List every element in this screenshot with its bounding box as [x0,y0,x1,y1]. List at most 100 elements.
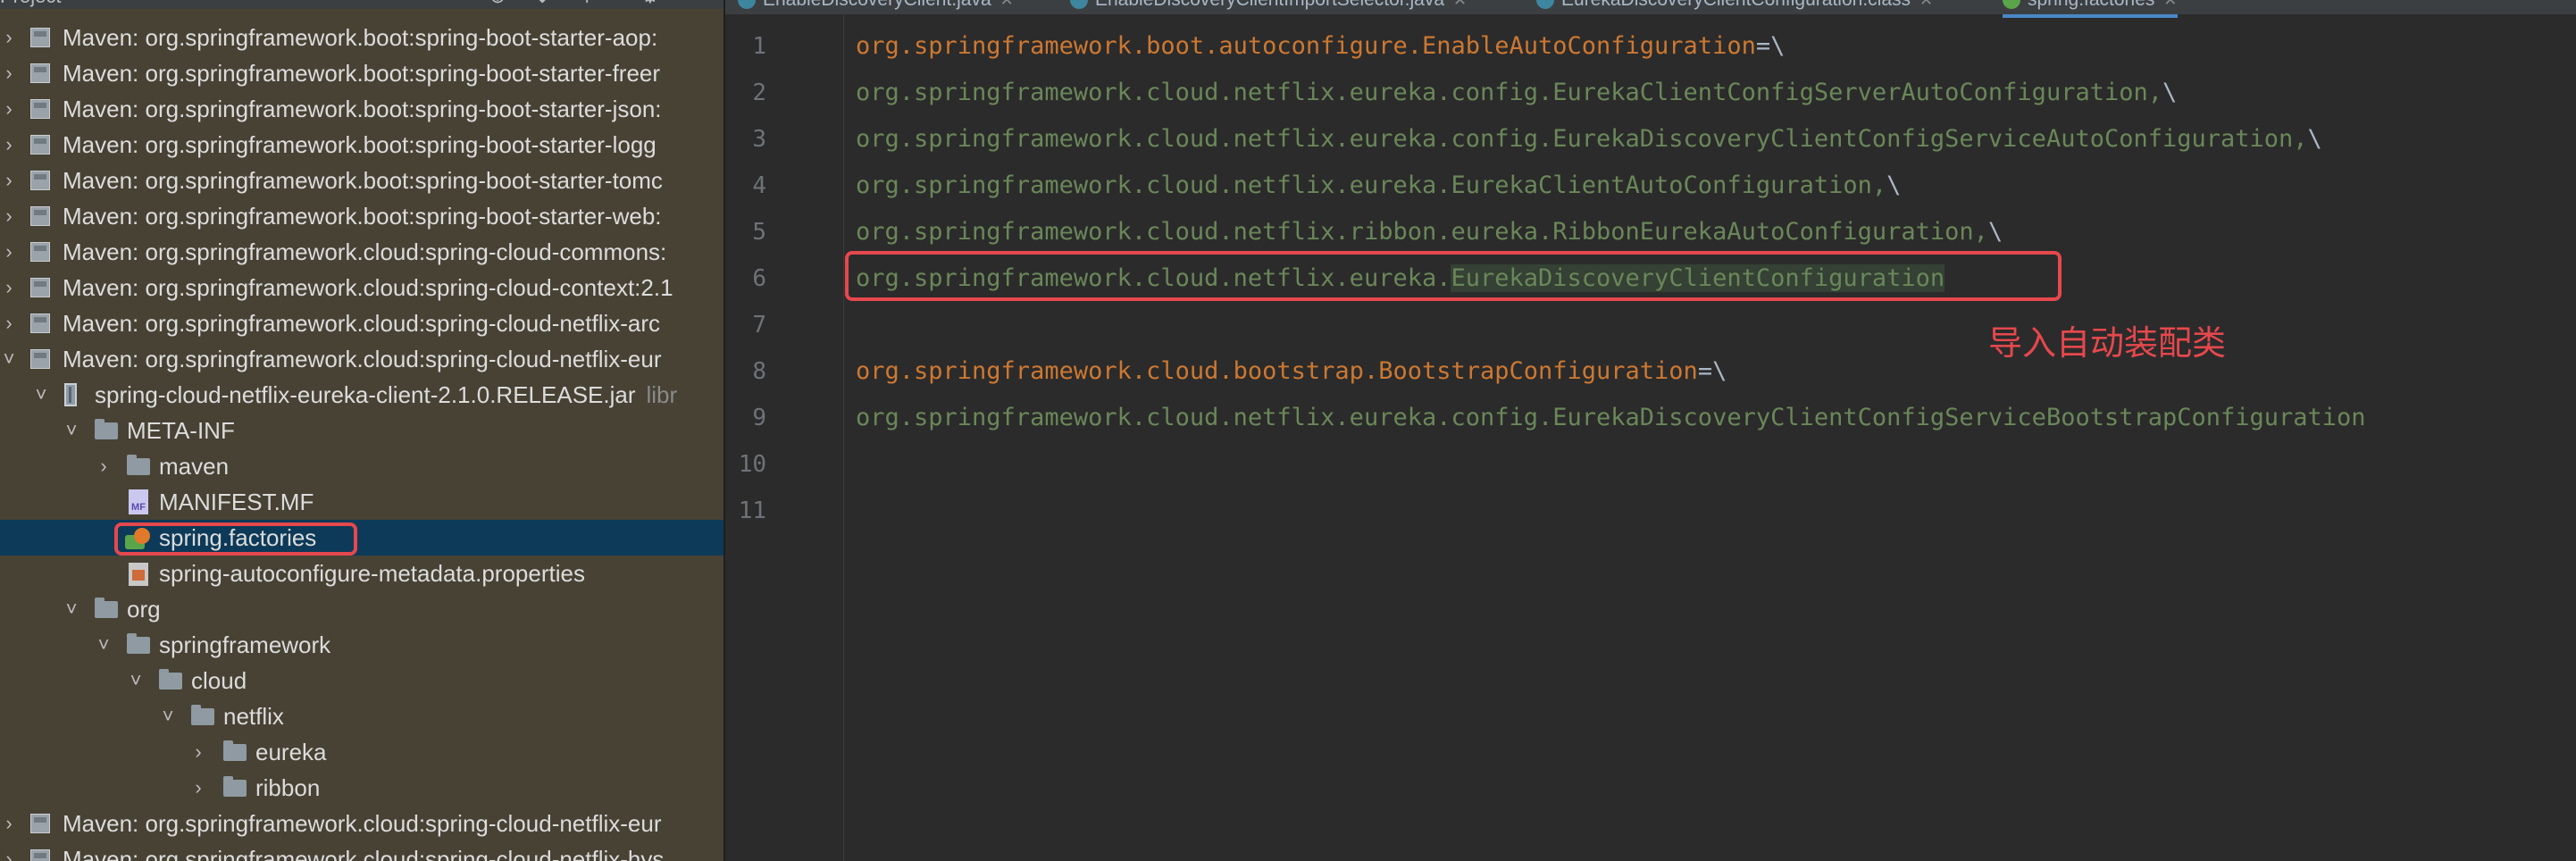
chevron-right-icon[interactable]: › [189,770,207,806]
property-value: org.springframework.cloud.netflix.eureka… [856,171,1887,199]
chevron-right-icon[interactable]: › [0,270,18,305]
tree-item-file[interactable]: spring-autoconfigure-metadata.properties [0,556,723,591]
code-line[interactable]: org.springframework.cloud.netflix.ribbon… [856,209,2003,255]
chevron-down-icon[interactable]: ˅ [0,341,18,377]
tree-item-library[interactable]: › Maven: org.springframework.cloud:sprin… [0,841,723,861]
code-line[interactable]: org.springframework.cloud.netflix.eureka… [856,395,2366,441]
tree-item-label: org [127,596,161,623]
tree-item-file-selected[interactable]: spring.factories [0,520,723,556]
gear-icon[interactable]: ⚙ [641,0,659,9]
collapse-icon[interactable]: ⇟ [534,0,550,9]
library-icon [30,349,50,369]
tree-item-label: Maven: org.springframework.boot:spring-b… [63,60,661,87]
line-number: 10 [738,451,766,478]
code-line[interactable]: org.springframework.cloud.bootstrap.Boot… [856,348,1727,395]
tree-item-library[interactable]: › Maven: org.springframework.cloud:sprin… [0,234,723,270]
tree-item-library[interactable]: › Maven: org.springframework.boot:spring… [0,163,723,198]
chevron-right-icon[interactable]: › [0,198,18,234]
tree-item-label: Maven: org.springframework.boot:spring-b… [63,24,658,51]
tree-item-folder[interactable]: ˅ org [0,591,723,627]
chevron-down-icon[interactable]: ˅ [63,591,80,627]
tree-item-library[interactable]: › Maven: org.springframework.cloud:sprin… [0,270,723,305]
tree-item-library[interactable]: › Maven: org.springframework.boot:spring… [0,55,723,91]
tree-item-folder[interactable]: ˅ META-INF [0,413,723,448]
tree-item-label: Maven: org.springframework.boot:spring-b… [63,203,662,230]
tree-item-folder[interactable]: ˅ cloud [0,663,723,698]
tree-item-folder[interactable]: ˅ springframework [0,627,723,663]
tree-item-file[interactable]: MF MANIFEST.MF [0,484,723,520]
library-icon [30,242,50,262]
chevron-right-icon[interactable]: › [0,841,18,861]
close-icon[interactable]: ✕ [1919,0,1933,9]
tab-import-selector[interactable]: EnableDiscoveryClientImportSelector.java… [1070,0,1467,14]
line-number: 5 [752,219,766,246]
chevron-down-icon[interactable]: ˅ [95,627,113,663]
manifest-file-icon: MF [129,489,148,514]
chevron-down-icon[interactable]: ˅ [32,377,50,413]
chevron-right-icon[interactable]: › [189,734,207,770]
highlighted-class-name: EurekaDiscoveryClientConfiguration [1451,264,1945,292]
library-root-suffix: libr [646,381,678,408]
tree-item-folder[interactable]: › ribbon [0,770,723,806]
chevron-down-icon[interactable]: ▾ [114,0,121,9]
property-value: org.springframework.cloud.netflix.ribbon… [856,218,1988,246]
target-icon[interactable]: ⊕ [489,0,506,9]
chevron-right-icon[interactable]: › [0,55,18,91]
properties-file-icon [129,563,148,586]
chevron-right-icon[interactable]: › [0,91,18,127]
tree-item-library[interactable]: › Maven: org.springframework.boot:spring… [0,198,723,234]
chevron-down-icon[interactable]: ˅ [159,698,177,734]
chevron-right-icon[interactable]: › [0,234,18,270]
chevron-right-icon[interactable]: › [0,163,18,198]
chevron-right-icon[interactable]: › [0,806,18,841]
tree-item-folder[interactable]: › maven [0,448,723,484]
line-number: 11 [738,497,766,524]
project-panel-title[interactable]: Project [0,0,61,9]
java-class-icon [1070,0,1088,10]
folder-icon [127,633,150,654]
code-line[interactable]: org.springframework.cloud.netflix.eureka… [856,116,2322,163]
library-icon [30,28,50,47]
line-continuation: \ [1987,218,2003,246]
tree-item-label: ribbon [255,774,321,801]
tree-item-folder[interactable]: › eureka [0,734,723,770]
tree-item-jar[interactable]: ˅ spring-cloud-netflix-eureka-client-2.1… [0,377,723,413]
code-line[interactable]: org.springframework.boot.autoconfigure.E… [856,23,1785,70]
chevron-right-icon[interactable]: › [0,305,18,341]
property-value: org.springframework.cloud.netflix.eureka… [856,79,2162,106]
tree-item-folder[interactable]: ˅ netflix [0,698,723,734]
tree-item-library[interactable]: › Maven: org.springframework.boot:spring… [0,127,723,163]
tree-item-label: MANIFEST.MF [159,489,314,515]
tree-item-library[interactable]: ˅ Maven: org.springframework.cloud:sprin… [0,341,723,377]
chevron-right-icon[interactable]: › [0,127,18,163]
folder-icon [95,598,118,618]
tree-item-library[interactable]: › Maven: org.springframework.boot:spring… [0,91,723,127]
chevron-right-icon[interactable]: › [95,448,113,484]
tab-spring-factories[interactable]: spring.factories ✕ [2003,0,2178,18]
close-icon[interactable]: ✕ [1000,0,1014,9]
library-icon [30,313,50,333]
tab-eureka-discovery-config[interactable]: EurekaDiscoveryClientConfiguration.class… [1536,0,1933,14]
library-icon [30,849,50,861]
code-line-highlighted[interactable]: org.springframework.cloud.netflix.eureka… [856,255,1945,302]
tree-item-library[interactable]: › Maven: org.springframework.cloud:sprin… [0,806,723,841]
line-number: 3 [752,126,766,153]
chevron-down-icon[interactable]: ˅ [63,413,80,448]
tree-item-label: Maven: org.springframework.cloud:spring-… [63,310,661,337]
line-number: 7 [752,312,766,339]
code-line[interactable]: org.springframework.cloud.netflix.eureka… [856,163,1901,209]
close-icon[interactable]: ✕ [1453,0,1467,9]
tree-item-label: maven [159,453,230,480]
tree-item-library[interactable]: › Maven: org.springframework.boot:spring… [0,20,723,55]
tab-enable-discovery-client[interactable]: EnableDiscoveryClient.java ✕ [738,0,1014,14]
tree-item-library[interactable]: › Maven: org.springframework.cloud:sprin… [0,305,723,341]
close-icon[interactable]: ✕ [2163,0,2177,9]
class-file-icon [1536,0,1554,10]
chevron-right-icon[interactable]: › [0,20,18,55]
annotation-label: 导入自动装配类 [1988,325,2227,363]
code-line[interactable]: org.springframework.cloud.netflix.eureka… [856,70,2177,116]
expand-icon[interactable]: ⇞ [579,0,595,9]
chevron-down-icon[interactable]: ˅ [127,663,145,698]
library-icon [30,206,50,226]
folder-icon [159,669,182,690]
